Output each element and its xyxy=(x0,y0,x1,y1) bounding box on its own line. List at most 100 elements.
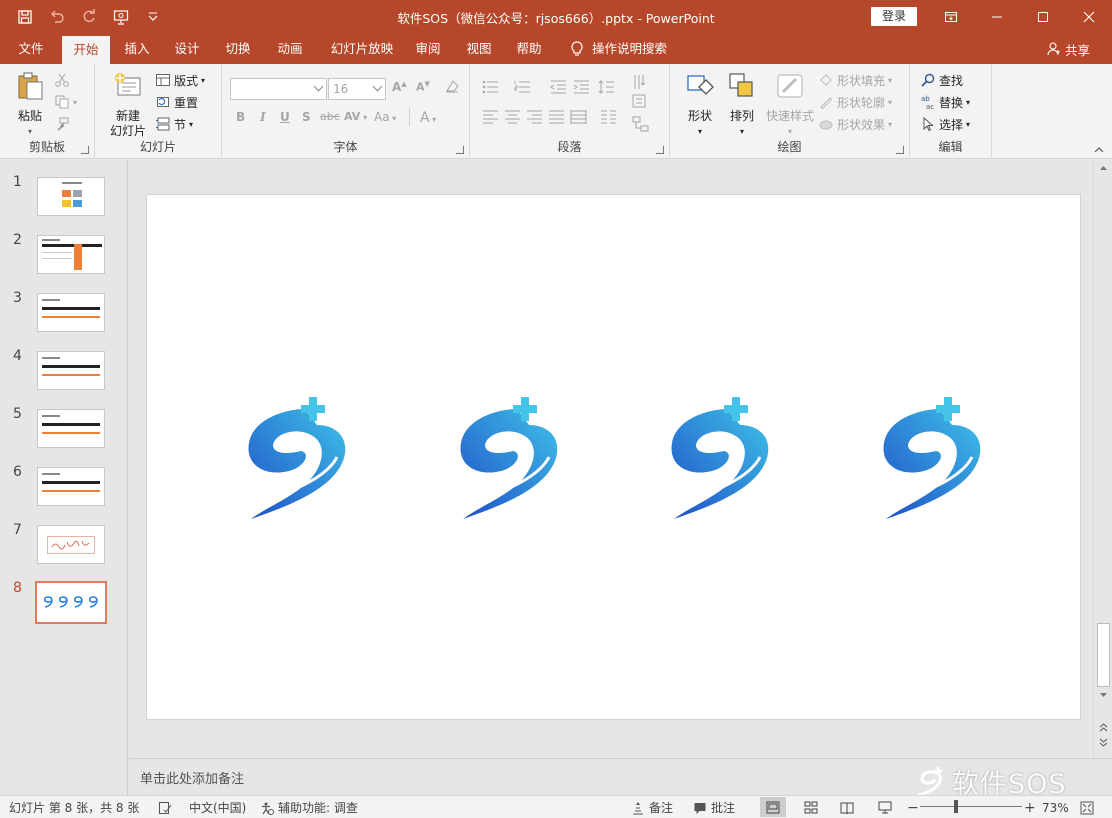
logo-icon[interactable] xyxy=(245,395,347,519)
tab-insert[interactable]: 插入 xyxy=(114,34,160,64)
notes-toggle-button[interactable]: 备注 xyxy=(631,799,673,816)
logo-icon[interactable] xyxy=(457,395,559,519)
text-direction-icon[interactable] xyxy=(632,74,649,90)
zoom-out-button[interactable]: − xyxy=(907,799,919,816)
tab-review[interactable]: 审阅 xyxy=(405,34,451,64)
align-left-icon[interactable] xyxy=(482,110,499,124)
tab-home[interactable]: 开始 xyxy=(62,36,110,64)
current-slide[interactable] xyxy=(146,194,1081,720)
close-button[interactable] xyxy=(1066,0,1112,34)
notes-placeholder[interactable]: 单击此处添加备注 xyxy=(140,768,244,787)
strikethrough-button[interactable]: abc xyxy=(320,110,340,123)
slide-thumbnail-4[interactable] xyxy=(37,351,105,390)
slide-thumbnail-5[interactable] xyxy=(37,409,105,448)
shapes-button[interactable]: 形状 ▾ xyxy=(680,70,720,139)
character-spacing-button[interactable]: AV ▾ xyxy=(344,110,367,123)
shape-fill-button[interactable]: 形状填充 ▾ xyxy=(818,70,892,90)
next-slide-icon[interactable] xyxy=(1099,738,1108,747)
slide-thumbnail-pane[interactable]: 1 2 3 4 5 6 7 8 xyxy=(0,160,128,795)
language-button[interactable]: 中文(中国) xyxy=(189,799,246,816)
font-launcher-icon[interactable] xyxy=(456,146,464,154)
accessibility-button[interactable]: 辅助功能: 调查 xyxy=(260,799,358,816)
minimize-button[interactable] xyxy=(974,0,1020,34)
decrease-font-size-button[interactable]: A▼ xyxy=(416,80,430,94)
bold-button[interactable]: B xyxy=(236,110,245,124)
change-case-button[interactable]: Aa ▾ xyxy=(374,110,396,124)
decrease-indent-icon[interactable] xyxy=(550,80,567,94)
increase-font-size-button[interactable]: A▲ xyxy=(392,80,407,94)
shape-effects-button[interactable]: 形状效果 ▾ xyxy=(818,114,892,134)
new-slide-button[interactable]: 新建 幻灯片 xyxy=(103,70,153,139)
undo-button[interactable] xyxy=(46,6,68,28)
italic-button[interactable]: I xyxy=(260,110,266,124)
reset-button[interactable]: 重置 xyxy=(155,92,198,112)
paragraph-launcher-icon[interactable] xyxy=(656,146,664,154)
scroll-down-icon[interactable] xyxy=(1099,690,1108,699)
slide-thumbnail-7[interactable] xyxy=(37,525,105,564)
ribbon-display-options-button[interactable] xyxy=(928,0,974,34)
underline-button[interactable]: U xyxy=(280,110,290,124)
bullets-icon[interactable] xyxy=(482,80,499,94)
line-spacing-icon[interactable] xyxy=(598,80,615,94)
vertical-scrollbar[interactable] xyxy=(1093,160,1112,757)
slide-thumbnail-8[interactable] xyxy=(35,581,107,624)
tab-file[interactable]: 文件 xyxy=(8,34,54,64)
find-button[interactable]: 查找 xyxy=(920,70,963,90)
columns-icon[interactable] xyxy=(600,110,617,124)
layout-button[interactable]: 版式 ▾ xyxy=(155,70,205,90)
zoom-slider-track[interactable] xyxy=(920,806,1022,807)
align-text-icon[interactable] xyxy=(632,94,649,108)
login-button[interactable]: 登录 xyxy=(871,7,917,26)
scroll-up-icon[interactable] xyxy=(1099,164,1108,173)
tab-slideshow[interactable]: 幻灯片放映 xyxy=(320,34,404,64)
start-slideshow-button[interactable] xyxy=(110,6,132,28)
cut-button[interactable] xyxy=(54,70,70,90)
clipboard-launcher-icon[interactable] xyxy=(81,146,89,154)
numbering-icon[interactable] xyxy=(514,80,531,94)
slide-thumbnail-2[interactable] xyxy=(37,235,105,274)
shape-outline-button[interactable]: 形状轮廓 ▾ xyxy=(818,92,892,112)
font-name-combo[interactable] xyxy=(230,78,327,100)
maximize-button[interactable] xyxy=(1020,0,1066,34)
share-button[interactable]: 共享 xyxy=(1047,34,1090,64)
replace-button[interactable]: ab ac 替换 ▾ xyxy=(920,92,970,112)
fit-to-window-button[interactable] xyxy=(1080,799,1094,816)
tab-animations[interactable]: 动画 xyxy=(267,34,313,64)
zoom-level[interactable]: 73% xyxy=(1042,799,1069,816)
slide-thumbnail-1[interactable] xyxy=(37,177,105,216)
customize-qat-button[interactable] xyxy=(142,6,164,28)
distributed-icon[interactable] xyxy=(570,110,587,124)
save-button[interactable] xyxy=(14,6,36,28)
reading-view-button[interactable] xyxy=(834,797,860,817)
slide-sorter-view-button[interactable] xyxy=(798,797,824,817)
tab-transitions[interactable]: 切换 xyxy=(215,34,261,64)
format-painter-button[interactable] xyxy=(54,114,70,134)
zoom-slider-thumb[interactable] xyxy=(954,800,958,813)
normal-view-button[interactable] xyxy=(760,797,786,817)
select-button[interactable]: 选择 ▾ xyxy=(920,114,970,134)
slide-thumbnail-3[interactable] xyxy=(37,293,105,332)
scrollbar-thumb[interactable] xyxy=(1097,623,1110,687)
align-center-icon[interactable] xyxy=(504,110,521,124)
paste-button[interactable]: 粘贴 ▾ xyxy=(10,70,50,139)
quick-styles-button[interactable]: 快速样式 ▾ xyxy=(762,70,818,139)
zoom-in-button[interactable]: + xyxy=(1024,799,1036,816)
arrange-button[interactable]: 排列 ▾ xyxy=(722,70,762,139)
redo-button[interactable] xyxy=(78,6,100,28)
previous-slide-icon[interactable] xyxy=(1099,723,1108,732)
logo-icon[interactable] xyxy=(668,395,770,519)
font-color-button[interactable]: A ▾ xyxy=(420,110,436,126)
increase-indent-icon[interactable] xyxy=(573,80,590,94)
tab-design[interactable]: 设计 xyxy=(164,34,210,64)
slide-editing-area[interactable] xyxy=(129,160,1093,757)
comments-button[interactable]: 批注 xyxy=(693,799,735,816)
collapse-ribbon-icon[interactable] xyxy=(1094,146,1104,154)
copy-button[interactable]: ▾ xyxy=(54,92,77,112)
spell-check-button[interactable] xyxy=(158,799,172,816)
text-shadow-button[interactable]: S xyxy=(302,110,311,124)
tab-help[interactable]: 帮助 xyxy=(506,34,552,64)
justify-icon[interactable] xyxy=(548,110,565,124)
drawing-launcher-icon[interactable] xyxy=(896,146,904,154)
slide-thumbnail-6[interactable] xyxy=(37,467,105,506)
align-right-icon[interactable] xyxy=(526,110,543,124)
